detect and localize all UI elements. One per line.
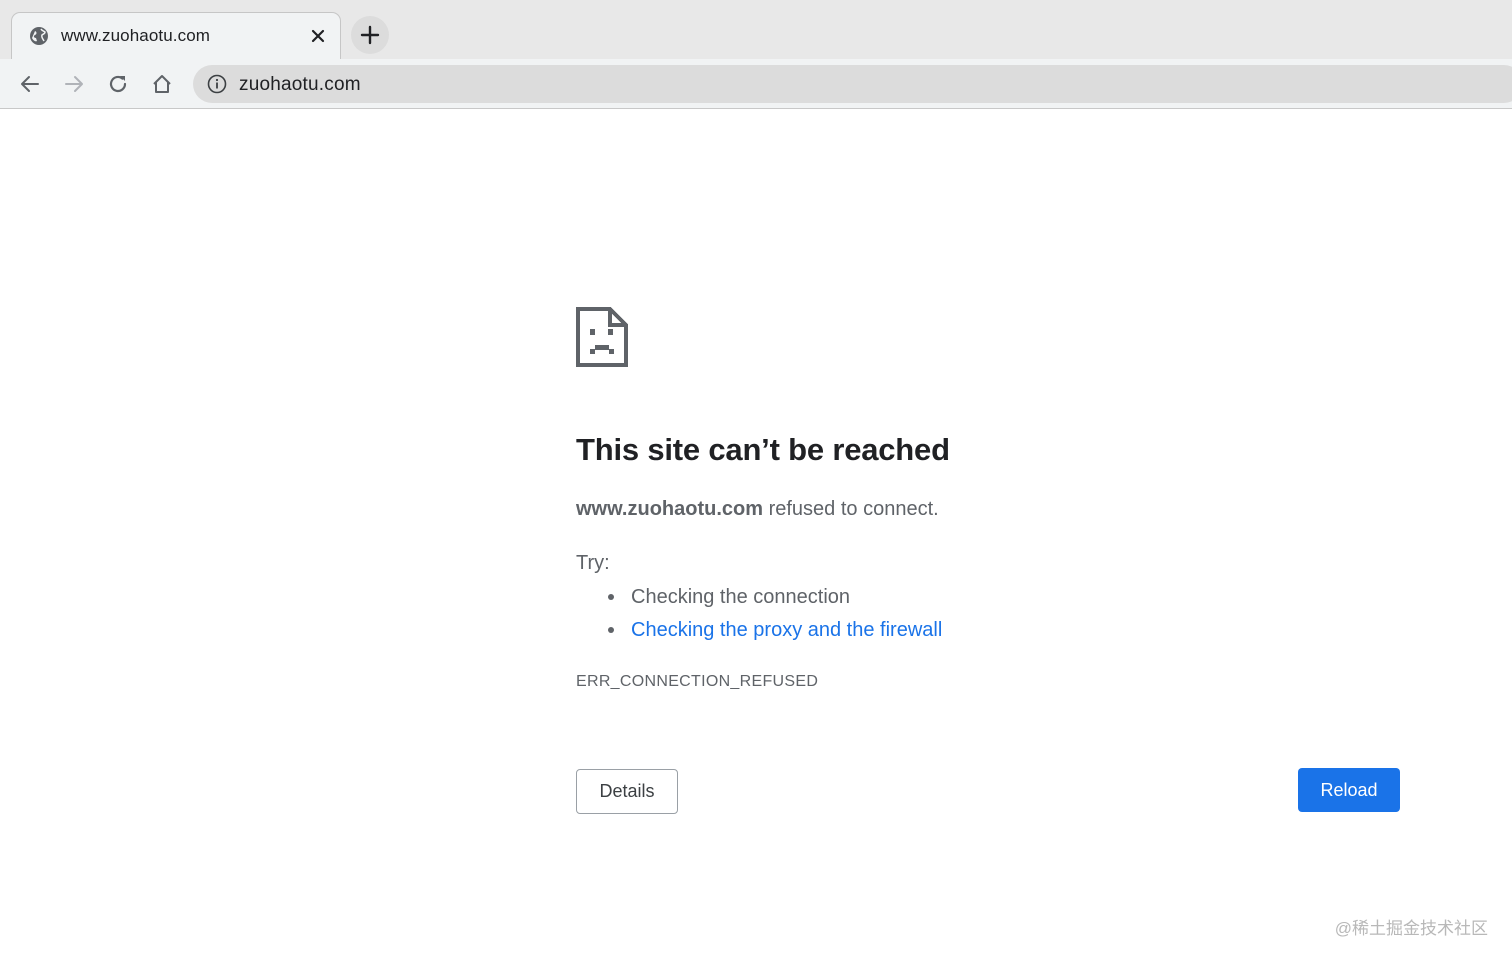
address-bar[interactable]: zuohaotu.com — [193, 65, 1512, 103]
url-text[interactable]: zuohaotu.com — [239, 74, 361, 96]
error-host: www.zuohaotu.com — [576, 498, 764, 520]
details-button[interactable]: Details — [576, 769, 678, 814]
reload-icon — [109, 75, 127, 93]
reload-button[interactable] — [105, 71, 131, 97]
suggestion-item: Checking the proxy and the firewall — [576, 617, 942, 650]
sad-document-icon — [576, 307, 628, 367]
home-button[interactable] — [149, 71, 175, 97]
back-button[interactable] — [17, 71, 43, 97]
new-tab-button[interactable] — [351, 16, 389, 54]
globe-icon — [30, 27, 48, 45]
tab-active[interactable]: www.zuohaotu.com — [11, 12, 341, 60]
tab-strip: www.zuohaotu.com — [0, 0, 1512, 60]
browser-toolbar: zuohaotu.com — [0, 59, 1512, 109]
bullet-icon — [608, 627, 614, 633]
suggestion-text: Checking the connection — [631, 586, 851, 608]
error-code: ERR_CONNECTION_REFUSED — [576, 673, 819, 690]
error-description: www.zuohaotu.com refused to connect. — [576, 498, 939, 521]
try-label: Try: — [576, 552, 610, 574]
suggestions-list: Checking the connection Checking the pro… — [576, 584, 942, 650]
reload-page-button[interactable]: Reload — [1298, 768, 1400, 812]
forward-button[interactable] — [61, 71, 87, 97]
error-desc-suffix: refused to connect. — [763, 498, 939, 520]
error-title: This site can’t be reached — [576, 432, 950, 467]
home-icon — [153, 75, 171, 93]
arrow-right-icon — [65, 76, 83, 92]
close-icon[interactable] — [308, 26, 328, 46]
bullet-icon — [608, 594, 614, 600]
watermark: @稀土掘金技术社区 — [1334, 919, 1488, 938]
proxy-firewall-link[interactable]: Checking the proxy and the firewall — [631, 619, 942, 641]
plus-icon — [360, 25, 380, 45]
suggestion-item: Checking the connection — [576, 584, 942, 617]
info-icon[interactable] — [207, 74, 227, 94]
arrow-left-icon — [21, 76, 39, 92]
tab-title: www.zuohaotu.com — [61, 26, 211, 45]
